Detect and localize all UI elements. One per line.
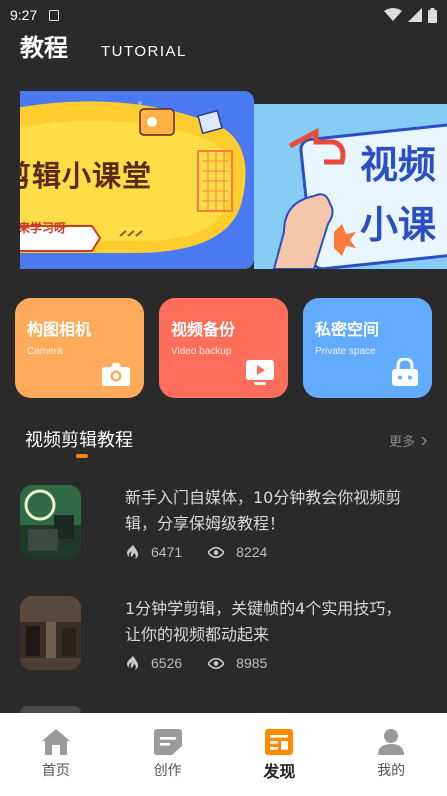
chevron-right-icon — [421, 435, 427, 446]
article-thumbnail — [20, 485, 81, 559]
shortcut-private-space[interactable]: 私密空间 Private space — [303, 298, 432, 398]
tab-create[interactable]: 创作 — [112, 713, 224, 796]
home-icon — [41, 729, 70, 755]
banner-editing-headline: 剪辑小课堂 — [20, 159, 153, 193]
page-header: 教程 TUTORIAL — [20, 28, 187, 63]
banner-video-class[interactable]: 视频 小课 — [254, 104, 447, 269]
flame-icon — [127, 656, 139, 670]
profile-icon — [378, 729, 405, 755]
article-stats: 6526 8985 — [127, 655, 267, 671]
shortcut-private-space-subtitle: Private space — [315, 346, 376, 357]
section-title-indicator — [76, 454, 88, 458]
status-indicators — [384, 7, 437, 23]
views-count: 8224 — [236, 544, 268, 560]
shortcut-camera[interactable]: 构图相机 Camera — [15, 298, 144, 398]
signal-icon — [408, 8, 422, 22]
tab-discover[interactable]: 发现 — [224, 713, 336, 796]
more-link-label: 更多 — [388, 435, 415, 450]
tab-discover-label: 发现 — [263, 762, 296, 781]
likes-count: 6471 — [151, 544, 183, 560]
more-link[interactable]: 更多 — [389, 431, 427, 450]
status-time: 9:27 — [10, 7, 38, 23]
banner-video-headline-1: 视频 — [360, 143, 437, 187]
video-play-icon — [246, 360, 274, 385]
flame-icon — [127, 545, 139, 559]
likes-count: 6526 — [151, 655, 183, 671]
tab-home-label: 首页 — [41, 763, 70, 779]
article-thumbnail — [20, 596, 81, 670]
views-stat: 8224 — [208, 544, 267, 560]
tab-create-label: 创作 — [153, 763, 182, 779]
section-title: 视频剪辑教程 — [25, 430, 133, 451]
battery-icon — [428, 7, 437, 23]
shortcut-video-backup[interactable]: 视频备份 Video backup — [159, 298, 288, 398]
list-item-partial[interactable] — [20, 706, 81, 713]
likes-stat: 6526 — [127, 655, 182, 671]
status-bar: 9:27 — [0, 0, 447, 30]
shortcut-camera-title: 构图相机 — [27, 320, 92, 339]
page-title: 教程 — [20, 34, 68, 62]
list-item[interactable]: 1分钟学剪辑，关键帧的4个实用技巧，让你的视频都动起来 6526 8985 — [20, 596, 430, 674]
shortcut-private-space-title: 私密空间 — [315, 320, 380, 339]
likes-stat: 6471 — [127, 544, 182, 560]
article-title: 新手入门自媒体，10分钟教会你视频剪辑，分享保姆级教程！ — [125, 488, 402, 533]
banner-video-headline-2: 小课 — [360, 203, 437, 247]
banner-editing-tag: 来学习呀 — [20, 221, 67, 235]
tab-profile-label: 我的 — [377, 763, 406, 779]
tab-profile[interactable]: 我的 — [335, 713, 447, 796]
views-count: 8985 — [236, 655, 268, 671]
page-subtitle: TUTORIAL — [101, 43, 187, 60]
shortcut-video-backup-title: 视频备份 — [171, 320, 236, 339]
banner-carousel[interactable]: 剪辑小课堂 来学习呀 视频 小课 — [20, 91, 447, 269]
banner-editing-class[interactable]: 剪辑小课堂 来学习呀 — [20, 91, 254, 269]
bottom-tab-bar: 首页 创作 发现 我的 — [0, 713, 447, 796]
list-item[interactable]: 新手入门自媒体，10分钟教会你视频剪辑，分享保姆级教程！ 6471 8224 — [20, 485, 430, 563]
section-header: 视频剪辑教程 更多 — [25, 426, 435, 458]
views-stat: 8985 — [208, 655, 267, 671]
lock-icon — [392, 358, 418, 386]
shortcut-video-backup-subtitle: Video backup — [171, 346, 232, 357]
create-icon — [153, 729, 182, 755]
article-stats: 6471 8224 — [127, 544, 267, 560]
notification-icon — [49, 9, 60, 21]
eye-icon — [208, 657, 225, 669]
wifi-icon — [384, 8, 402, 21]
shortcut-camera-subtitle: Camera — [27, 346, 63, 357]
camera-icon — [102, 363, 130, 386]
discover-icon — [265, 729, 294, 755]
eye-icon — [208, 546, 225, 558]
article-title: 1分钟学剪辑，关键帧的4个实用技巧，让你的视频都动起来 — [125, 599, 402, 644]
tab-home[interactable]: 首页 — [0, 713, 112, 796]
